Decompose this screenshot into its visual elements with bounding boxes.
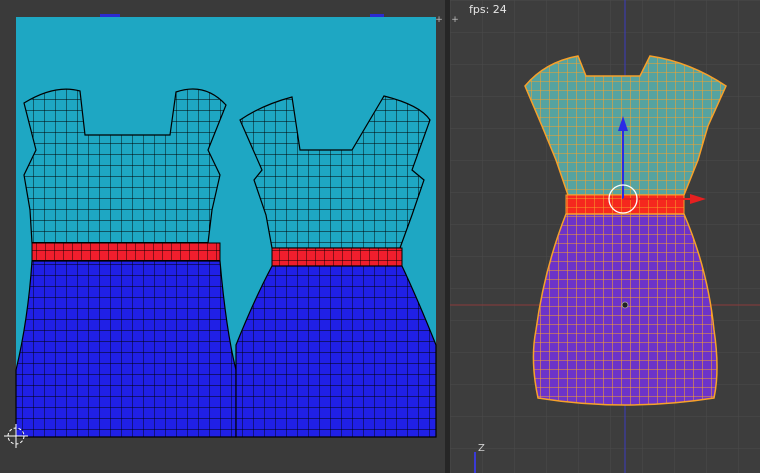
fps-counter: fps: 24 (469, 3, 507, 16)
3d-viewport-panel[interactable]: fps: 24 + Z (450, 0, 760, 473)
axis-z-label: Z (478, 443, 485, 454)
uv-editor-panel[interactable]: + (0, 0, 445, 473)
uv-editor-canvas[interactable] (0, 0, 445, 473)
plus-icon[interactable]: + (434, 15, 444, 25)
plus-icon[interactable]: + (450, 15, 460, 25)
uv-island-front (15, 88, 237, 438)
3d-viewport-canvas[interactable] (450, 0, 760, 473)
origin-point-icon (621, 301, 629, 309)
blender-window: + fps: 24 + Z (0, 0, 760, 473)
